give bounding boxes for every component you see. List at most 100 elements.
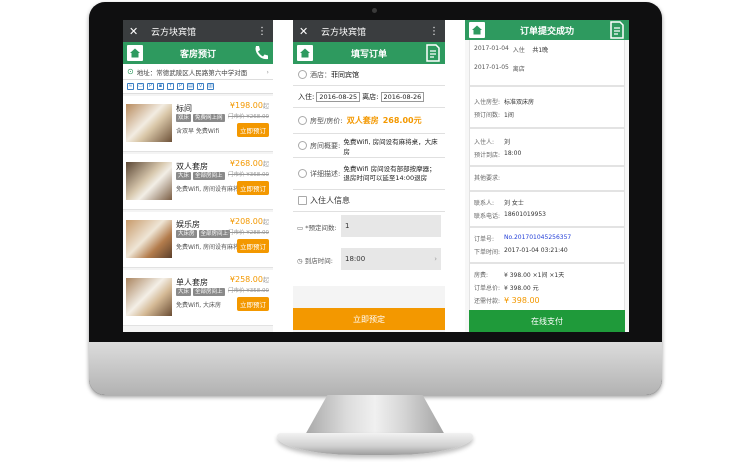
rooms-count-label: ▭ *预定间数:	[297, 224, 337, 232]
room-type-value: 双人套房	[346, 116, 379, 125]
hotel-icon	[298, 70, 307, 79]
room-desc: 含双早 免费Wifi	[176, 128, 220, 135]
document-icon[interactable]	[609, 21, 625, 39]
requirements-line: 其他要求:	[474, 175, 501, 182]
payment-card: 房费: ¥ 398.00 ×1间 ×1天 订单总价: ¥ 398.00 元 还需付款…	[469, 263, 625, 314]
page-title: 填写订单	[350, 49, 387, 60]
room-item[interactable]: 娱乐房 大床房 全部房间上 免费Wifi, 房间设有麻将桌... ¥208.00…	[123, 212, 273, 268]
guest-section-title: 入住人信息	[310, 196, 350, 205]
arrival-time-select[interactable]: 18:00 ›	[341, 248, 441, 270]
room-original-price: 门市价 ¥268.00	[228, 114, 269, 120]
user-icon	[298, 196, 307, 205]
pay-online-button[interactable]: 在线支付	[469, 310, 625, 332]
window-titlebar: ✕ 云方块宾馆 ⋮	[123, 20, 273, 42]
parking-icon: P	[177, 83, 184, 90]
room-tag: 全部房间上	[198, 230, 231, 238]
book-now-button[interactable]: 立即预订	[237, 297, 269, 311]
room-type-line: 入住房型: 标准双床房	[474, 99, 535, 106]
tv-icon: ▭	[137, 83, 144, 90]
page-header: 客房预订	[123, 42, 273, 64]
date-row: 入住: 2016-08-25 离店: 2016-08-26	[293, 86, 445, 108]
room-tag: 大床房	[176, 230, 197, 238]
room-tags: 大床房 全部房间上	[176, 230, 231, 238]
room-tags: 大床 全部房间上	[176, 288, 225, 296]
room-item[interactable]: 双人套房 大床 全部房间上 免费Wifi, 房间设有麻将桌... ¥268.00…	[123, 154, 273, 210]
order-total-line: 订单总价: ¥ 398.00 元	[474, 285, 539, 292]
overview-row: 房间概要: 免费Wifi, 房间设有麻将桌，大床房	[293, 134, 445, 158]
address-text: 地址：常德武陵区人民路第六中学对面	[136, 68, 248, 77]
home-icon[interactable]	[469, 22, 485, 38]
room-photo	[126, 278, 172, 316]
chevron-right-icon: ›	[266, 67, 269, 76]
date-card: 2017-01-04 入住 共1晚 2017-01-05 离店	[469, 40, 625, 86]
detail-row: 详细描述: 免费Wifi 房间设有部部按摩器；退房时间可以延至14:00退房	[293, 158, 445, 190]
guest-info-card: 入住人: 刘 预计到店: 18:00	[469, 128, 625, 166]
window-title: 云方块宾馆	[321, 27, 367, 38]
guest-form: ▭ *预定间数: 1 ◷ 到店时间: 18:00 ›	[293, 212, 445, 286]
submit-order-button[interactable]: 立即预定	[293, 308, 445, 330]
room-tags: 大床 全部房间上	[176, 172, 225, 180]
book-now-button[interactable]: 立即预订	[237, 123, 269, 137]
room-tag: 大床	[176, 288, 192, 296]
order-form-panel: ✕ 云方块宾馆 ⋮ 填写订单 酒店： 菲同宾馆 入住: 2016-08-25 离…	[293, 20, 445, 332]
arrival-line: 预计到店: 18:00	[474, 150, 522, 159]
close-icon[interactable]: ✕	[299, 25, 313, 38]
document-icon[interactable]	[425, 44, 441, 62]
room-price: ¥208.00起	[229, 217, 269, 226]
order-success-panel: 订单提交成功 2017-01-04 入住 共1晚 2017-01-05 离店 入…	[465, 20, 629, 332]
close-icon[interactable]: ✕	[129, 25, 143, 38]
order-time-line: 下单时间: 2017-01-04 03:21:40	[474, 247, 568, 256]
checkout-label: 离店:	[362, 92, 379, 101]
order-number-card: 订单号: No.20170104525635​7 下单时间: 2017-01-04 …	[469, 227, 625, 263]
home-icon[interactable]	[297, 45, 313, 61]
camera-dot	[372, 8, 377, 13]
phone-icon[interactable]	[253, 44, 269, 62]
room-price: ¥258.00起	[229, 275, 269, 284]
amenity-icons: ≈ ▭ P ▪ Y P ▤ ∇ ▥	[123, 80, 273, 94]
monitor-stand	[305, 395, 445, 435]
overview-label: 房间概要:	[310, 141, 341, 150]
checkout-line: 2017-01-05 离店	[474, 64, 525, 73]
room-price: ¥198.00起	[229, 101, 269, 110]
room-original-price: 门市价 ¥288.00	[228, 230, 269, 236]
room-item[interactable]: 单人套房 大床 全部房间上 免费Wifi, 大床房 ¥258.00起 门市价 ¥…	[123, 270, 273, 326]
guest-section-header: 入住人信息	[293, 190, 445, 212]
room-type-row: 房型/房价: 双人套房 268.00元	[293, 108, 445, 134]
room-price-value: 268.00元	[382, 116, 422, 125]
more-icon[interactable]: ⋮	[257, 26, 267, 37]
page-title: 客房预订	[179, 49, 216, 60]
rooms-count-input[interactable]: 1	[341, 215, 441, 237]
arrival-time-value: 18:00	[345, 255, 366, 263]
arrival-time-label: ◷ 到店时间:	[297, 257, 333, 265]
room-tag: 全部房间上	[193, 172, 225, 180]
address-row[interactable]: ⊙ 地址：常德武陵区人民路第六中学对面 ›	[123, 64, 273, 80]
room-name: 双人套房	[176, 162, 208, 171]
drink-icon: ∇	[197, 83, 204, 90]
room-info-card: 入住房型: 标准双床房 预订间数: 1间	[469, 86, 625, 128]
checkout-date-input[interactable]: 2016-08-26	[380, 91, 425, 102]
page-header: 订单提交成功	[465, 20, 629, 40]
overview-text: 免费Wifi, 房间设有麻将桌，大床房	[343, 137, 438, 156]
book-now-button[interactable]: 立即预订	[237, 181, 269, 195]
home-icon[interactable]	[127, 45, 143, 61]
monitor-base	[277, 433, 473, 455]
overview-icon	[298, 141, 307, 150]
room-count-line: 预订间数: 1间	[474, 112, 514, 119]
room-photo	[126, 162, 172, 200]
more-icon[interactable]: ⋮	[429, 26, 439, 37]
room-tag: 全部房间上	[193, 288, 225, 296]
book-now-button[interactable]: 立即预订	[237, 239, 269, 253]
room-tags: 双床 免费网上网	[176, 114, 225, 122]
monitor-bezel: ✕ 云方块宾馆 ⋮ 客房预订 ⊙ 地址：常德武陵区人民路第六中学对面 › ≈ ▭	[89, 2, 662, 395]
room-item[interactable]: 标间 双床 免费网上网 含双早 免费Wifi ¥198.00起 门市价 ¥268…	[123, 96, 273, 152]
stage: ✕ 云方块宾馆 ⋮ 客房预订 ⊙ 地址：常德武陵区人民路第六中学对面 › ≈ ▭	[0, 0, 751, 462]
amount-due-line: 还需付款: ¥ 398.00	[474, 296, 540, 305]
monitor-chin	[89, 342, 662, 395]
checkin-date-input[interactable]: 2016-08-25	[316, 91, 361, 102]
page-title: 订单提交成功	[519, 26, 574, 37]
wifi-icon: ≈	[127, 83, 134, 90]
room-name: 标间	[176, 104, 192, 113]
clock-icon: ◷	[297, 257, 303, 265]
screen: ✕ 云方块宾馆 ⋮ 客房预订 ⊙ 地址：常德武陵区人民路第六中学对面 › ≈ ▭	[123, 20, 629, 332]
bed-icon: ▭	[297, 224, 304, 232]
